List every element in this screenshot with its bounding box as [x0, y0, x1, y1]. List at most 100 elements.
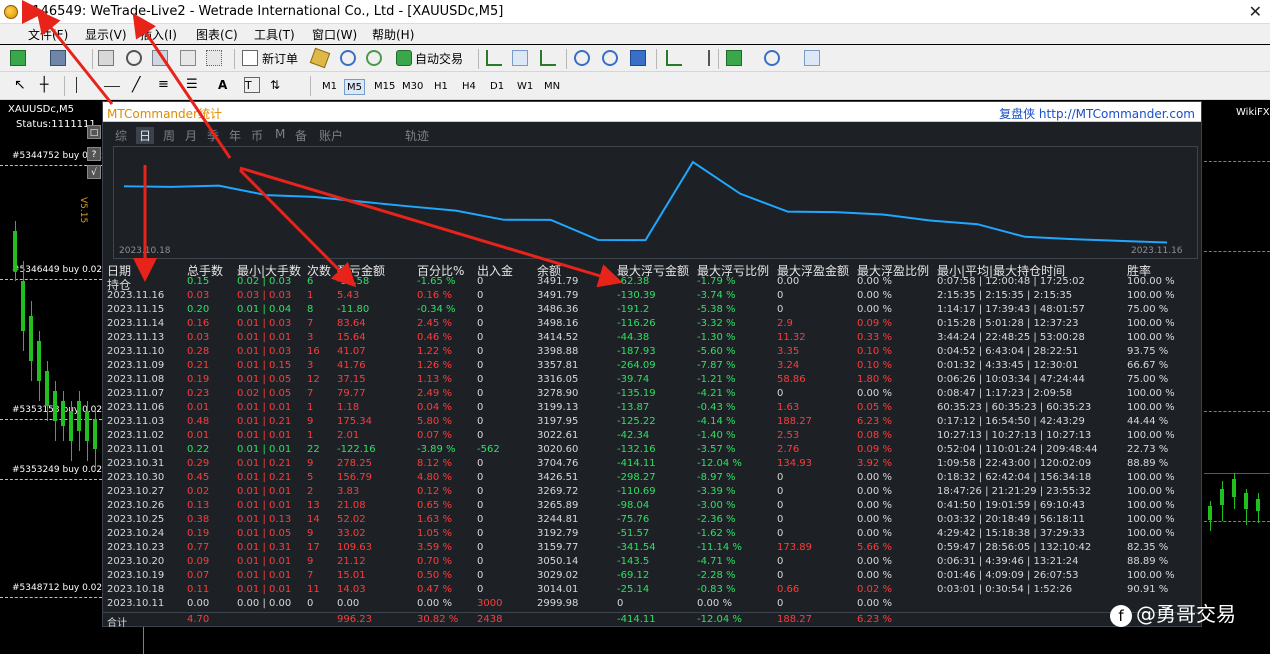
- table-cell: 0.01 | 0.01: [237, 556, 292, 567]
- table-cell: 100.00 %: [1127, 388, 1175, 399]
- tab-magic[interactable]: M: [275, 127, 285, 141]
- zoom-out-icon[interactable]: [602, 50, 618, 66]
- navigator-icon[interactable]: [152, 50, 168, 66]
- auto-scroll-icon[interactable]: [666, 50, 682, 66]
- tab-yearly[interactable]: 年: [229, 127, 241, 144]
- table-cell: -11.80: [337, 304, 370, 315]
- table-cell: -4.21 %: [697, 388, 736, 399]
- menu-file[interactable]: 文件(F): [28, 26, 68, 43]
- timeframe-h4[interactable]: H4: [460, 79, 478, 95]
- zoom-in-icon[interactable]: [574, 50, 590, 66]
- text-label-icon[interactable]: T: [244, 77, 260, 93]
- trendline-icon[interactable]: ╱: [132, 77, 148, 93]
- menu-help[interactable]: 帮助(H): [372, 26, 414, 43]
- metaeditor-icon[interactable]: [309, 47, 331, 69]
- order-line: [0, 479, 102, 480]
- cursor-icon[interactable]: ↖: [14, 77, 30, 93]
- table-cell: 7: [307, 570, 314, 581]
- tab-monthly[interactable]: 月: [185, 127, 197, 144]
- signals-icon[interactable]: [340, 50, 356, 66]
- tab-weekly[interactable]: 周: [163, 127, 175, 144]
- timeframe-h1[interactable]: H1: [432, 79, 450, 95]
- vertical-line-icon[interactable]: [76, 77, 92, 93]
- panel-site-link[interactable]: 复盘侠 http://MTCommander.com: [999, 105, 1195, 122]
- table-cell: -69.12: [617, 570, 650, 581]
- tab-notes[interactable]: 备: [295, 127, 307, 144]
- close-button[interactable]: ✕: [1249, 2, 1262, 21]
- panel-site-url[interactable]: http://MTCommander.com: [1039, 107, 1195, 121]
- indicators-icon[interactable]: [726, 50, 742, 66]
- table-cell: 0:06:31 | 4:39:46 | 13:21:24: [937, 556, 1079, 567]
- table-cell: -125.22: [617, 416, 656, 427]
- horizontal-line-icon[interactable]: [104, 86, 120, 87]
- table-cell: 0.03: [187, 290, 210, 301]
- table-cell: 0: [477, 304, 484, 315]
- tab-daily[interactable]: 日: [136, 127, 155, 144]
- menu-window[interactable]: 窗口(W): [312, 26, 357, 43]
- table-cell: 3.24: [777, 360, 800, 371]
- table-cell: 0.01 | 0.31: [237, 542, 292, 553]
- table-cell: 100.00 %: [1127, 528, 1175, 539]
- table-cell: 75.00 %: [1127, 304, 1169, 315]
- menu-view[interactable]: 显示(V): [85, 26, 127, 43]
- candle-chart-icon[interactable]: [512, 50, 528, 66]
- tab-quarterly[interactable]: 季: [207, 127, 219, 144]
- crosshair-nav-icon[interactable]: [126, 50, 142, 66]
- timeframe-m1[interactable]: M1: [320, 79, 339, 95]
- chart-status-label: Status:1111111: [16, 119, 96, 130]
- templates-icon[interactable]: [804, 50, 820, 66]
- vps-icon[interactable]: [366, 50, 382, 66]
- periods-icon[interactable]: [764, 50, 780, 66]
- panel-toggle-button[interactable]: □: [87, 125, 101, 139]
- table-cell: 173.89: [777, 542, 812, 553]
- fibonacci-icon[interactable]: ☰: [186, 77, 202, 93]
- timeframe-m15[interactable]: M15: [372, 79, 397, 95]
- auto-trade-icon[interactable]: [396, 50, 412, 66]
- table-cell: 2.01: [337, 430, 360, 441]
- menu-charts[interactable]: 图表(C): [196, 26, 238, 43]
- table-cell: 3357.81: [537, 360, 579, 371]
- tab-symbol[interactable]: 币: [251, 127, 263, 144]
- timeframe-d1[interactable]: D1: [488, 79, 506, 95]
- tab-overview[interactable]: 综: [115, 127, 127, 144]
- table-cell: 2023.11.06: [107, 402, 165, 413]
- crosshair-icon[interactable]: ┼: [40, 77, 56, 93]
- chart-shift-icon[interactable]: [694, 50, 710, 66]
- terminal-icon[interactable]: [180, 50, 196, 66]
- tab-account[interactable]: 账户: [319, 127, 343, 144]
- timeframe-mn[interactable]: MN: [542, 79, 562, 95]
- table-cell: 0.01 | 0.04: [237, 304, 292, 315]
- menu-tools[interactable]: 工具(T): [254, 26, 295, 43]
- profiles-icon[interactable]: [50, 50, 66, 66]
- tile-windows-icon[interactable]: [630, 50, 646, 66]
- table-cell: 175.34: [337, 416, 372, 427]
- tab-track[interactable]: 轨迹: [405, 127, 429, 144]
- new-order-button[interactable]: 新订单: [262, 50, 298, 67]
- bar-chart-icon[interactable]: [486, 50, 502, 66]
- line-chart-icon[interactable]: [540, 50, 556, 66]
- market-watch-icon[interactable]: [98, 50, 114, 66]
- new-order-icon[interactable]: [242, 50, 258, 66]
- table-cell: 0.00 %: [857, 598, 892, 609]
- timeframe-w1[interactable]: W1: [515, 79, 535, 95]
- channel-icon[interactable]: ≡: [158, 77, 174, 93]
- menu-insert[interactable]: 插入(I): [140, 26, 177, 43]
- timeframe-m5[interactable]: M5: [344, 79, 365, 95]
- table-cell: 0: [777, 290, 784, 301]
- panel-check-button[interactable]: √: [87, 165, 101, 179]
- table-cell: -98.04: [617, 500, 650, 511]
- new-chart-icon[interactable]: [10, 50, 26, 66]
- text-icon[interactable]: A: [218, 77, 234, 93]
- panel-help-button[interactable]: ?: [87, 147, 101, 161]
- tester-icon[interactable]: [206, 50, 222, 66]
- table-cell: -116.26: [617, 318, 656, 329]
- timeframe-m30[interactable]: M30: [400, 79, 425, 95]
- auto-trade-button[interactable]: 自动交易: [415, 50, 463, 67]
- arrows-icon[interactable]: ⇅: [270, 77, 286, 93]
- order-label[interactable]: #5346449 buy 0.02: [12, 265, 102, 275]
- order-label[interactable]: #5353249 buy 0.02: [12, 465, 102, 475]
- order-label[interactable]: #5348712 buy 0.02: [12, 583, 102, 593]
- table-cell: 52.02: [337, 514, 366, 525]
- total-cell: -414.11: [617, 614, 656, 625]
- table-cell: 2.45 %: [417, 318, 452, 329]
